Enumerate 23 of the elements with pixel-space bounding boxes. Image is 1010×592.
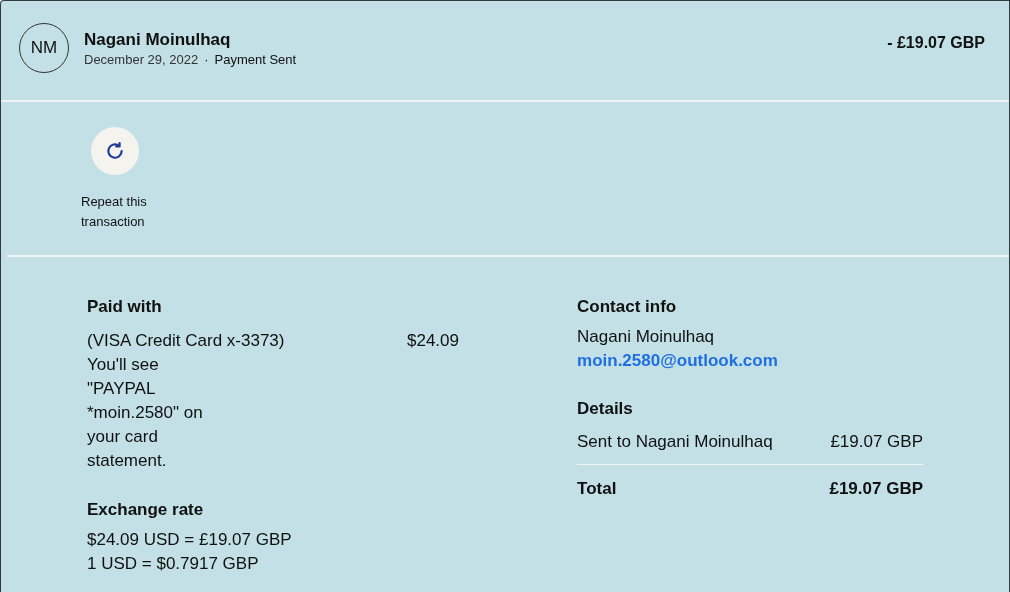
total-value: £19.07 GBP [829,478,923,500]
detail-value: £19.07 GBP [830,431,923,453]
paid-amount: $24.09 [407,330,459,352]
detail-label: Sent to Nagani Moinulhaq [577,431,773,453]
avatar: NM [19,23,69,73]
contact-name: Nagani Moinulhaq [577,326,716,348]
total-label: Total [577,478,617,500]
section-title: Details [577,398,634,420]
refresh-icon [105,141,125,161]
transaction-amount: - £19.07 GBP [887,33,985,53]
exchange-rate-line: 1 USD = $0.7917 GBP [87,553,260,575]
repeat-label[interactable]: Repeat this transaction [81,192,171,232]
separator-dot: · [204,51,209,69]
card-name: (VISA Credit Card x-3373) [87,330,286,352]
transaction-status: Payment Sent [214,51,297,69]
section-title: Paid with [87,296,163,318]
statement-note: You'll see "PAYPAL *moin.2580" on your card statement. [87,354,204,472]
section-title: Exchange rate [87,499,205,521]
exchange-rate-line: $24.09 USD = £19.07 GBP [87,529,293,551]
repeat-button[interactable] [91,127,139,175]
payee-name: Nagani Moinulhaq [84,29,232,51]
section-title: Contact info [577,296,678,318]
transaction-date: December 29, 2022 [84,51,199,69]
